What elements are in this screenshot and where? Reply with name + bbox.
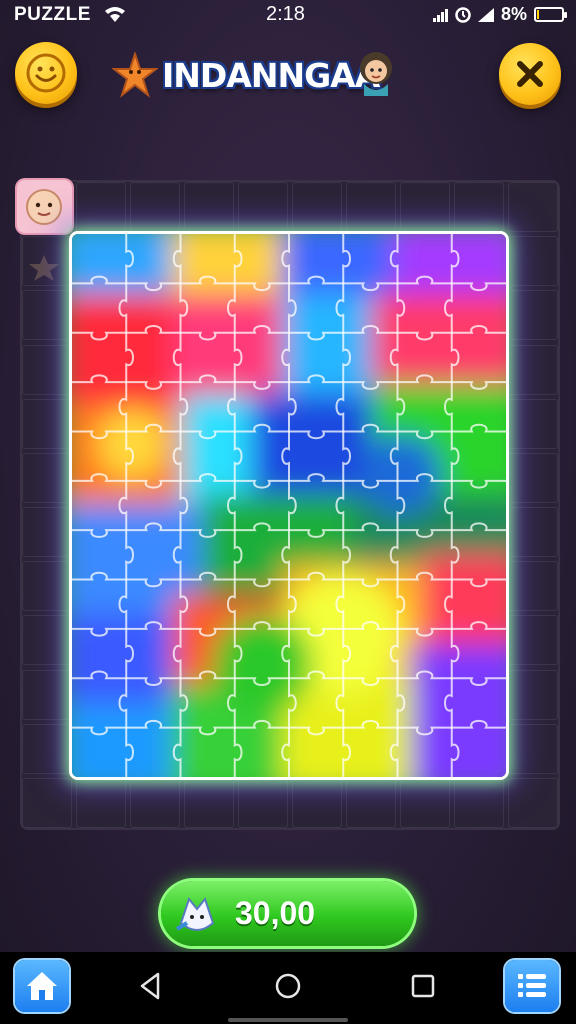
coins-label: 30,00: [235, 895, 316, 931]
board-slot: [508, 344, 558, 395]
board-slot: [400, 777, 450, 828]
board-slot: [508, 615, 558, 666]
board-slot: [76, 777, 126, 828]
status-time: 2:18: [266, 3, 305, 25]
board-slot: [184, 777, 234, 828]
home-circle-icon[interactable]: [272, 970, 304, 1002]
board-slot: [22, 344, 72, 395]
board-slot: [346, 777, 396, 828]
board-slot: [238, 777, 288, 828]
board-slot: [22, 561, 72, 612]
board-slot: [292, 777, 342, 828]
wifi-icon: [105, 7, 125, 22]
home-button[interactable]: [15, 960, 69, 1012]
board-slot: [22, 290, 72, 341]
board-slot: [508, 182, 558, 233]
page-title: INDANNGAA: [162, 56, 380, 95]
board-slot: [454, 777, 504, 828]
board-slot: [22, 452, 72, 503]
battery-icon: [534, 7, 567, 22]
board-slot: [508, 507, 558, 558]
board-slot: [22, 777, 72, 828]
board-slot: [22, 615, 72, 666]
ghost-starfish-piece: [29, 255, 59, 281]
board-slot: [22, 398, 72, 449]
board-slot: [400, 182, 450, 233]
board-slot: [454, 182, 504, 233]
board-slot: [508, 398, 558, 449]
board-slot: [508, 561, 558, 612]
status-bar: PUZZLE 2:18 8%: [0, 0, 576, 30]
board-slot: [22, 507, 72, 558]
board-slot: [508, 290, 558, 341]
cell-signal-icon: [477, 7, 494, 22]
coins-button[interactable]: 30,00: [161, 881, 414, 946]
smiley-face-icon: [26, 53, 66, 93]
recents-icon[interactable]: [408, 970, 438, 1002]
board-slot: [130, 777, 180, 828]
board-slot: [508, 669, 558, 720]
board-slot: [76, 182, 126, 233]
board-slot: [508, 236, 558, 287]
menu-button[interactable]: [505, 960, 559, 1012]
battery-percentage: 8%: [500, 4, 527, 24]
menu-list-icon: [518, 974, 546, 997]
baby-face-icon: [26, 189, 62, 225]
puzzle-artwork: [72, 234, 506, 777]
puzzle-image[interactable]: [72, 234, 506, 777]
close-icon: [517, 61, 543, 87]
signal-icon: [432, 8, 448, 22]
close-button[interactable]: [499, 43, 561, 105]
board-slot: [184, 182, 234, 233]
side-chip-button[interactable]: [17, 180, 72, 233]
board-slot: [346, 182, 396, 233]
smiley-button[interactable]: [15, 42, 77, 104]
board-slot: [508, 452, 558, 503]
alarm-icon: [455, 6, 471, 23]
board-slot: [292, 182, 342, 233]
girl-character-icon: [360, 52, 392, 96]
title-banner: INDANNGAA: [112, 44, 412, 104]
starfish-icon: [112, 52, 158, 98]
board-slot: [22, 723, 72, 774]
board-slot: [508, 723, 558, 774]
board-slot: [22, 669, 72, 720]
cat-mascot-icon: [175, 896, 215, 931]
board-slot: [508, 777, 558, 828]
board-slot: [130, 182, 180, 233]
home-icon: [27, 972, 57, 1000]
status-app-name: PUZZLE: [14, 4, 91, 25]
back-icon[interactable]: [136, 970, 164, 1002]
gesture-pill: [228, 1018, 348, 1022]
board-slot: [238, 182, 288, 233]
